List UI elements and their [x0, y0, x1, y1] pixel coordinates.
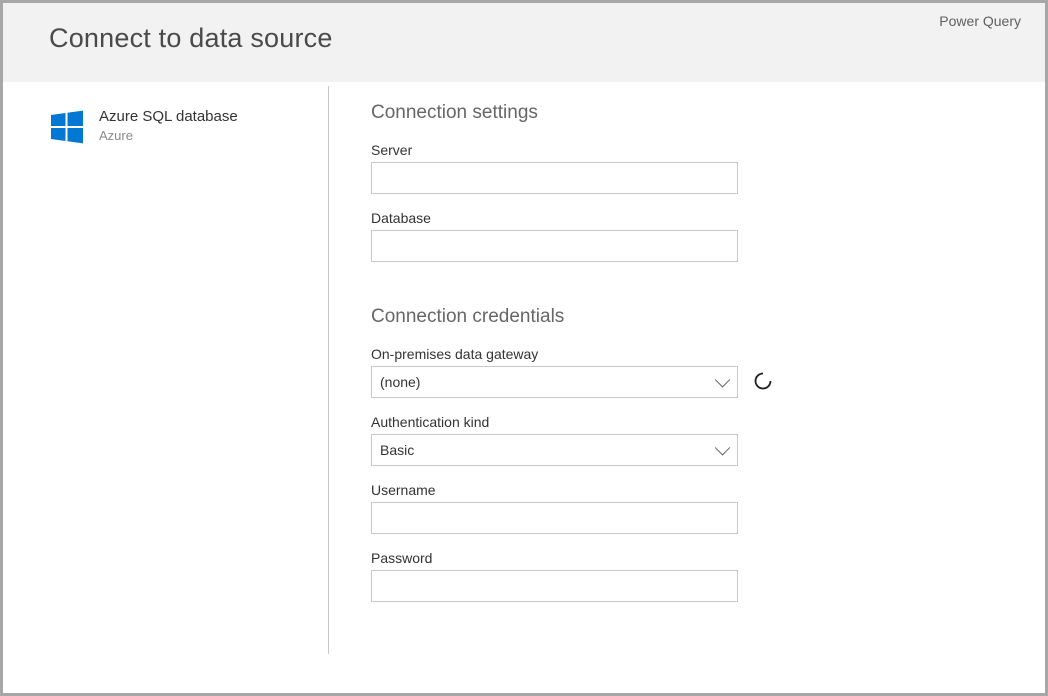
auth-kind-select[interactable]: Basic — [371, 434, 738, 466]
auth-kind-field: Authentication kind Basic — [371, 414, 1005, 466]
data-source-text: Azure SQL database Azure — [99, 108, 238, 143]
sidebar: Azure SQL database Azure — [3, 86, 329, 654]
auth-kind-label: Authentication kind — [371, 414, 1005, 430]
server-field: Server — [371, 142, 1005, 194]
data-source-category: Azure — [99, 128, 238, 143]
password-label: Password — [371, 550, 1005, 566]
username-field: Username — [371, 482, 1005, 534]
body: Azure SQL database Azure Connection sett… — [3, 82, 1045, 678]
main-panel: Connection settings Server Database Conn… — [329, 82, 1045, 678]
username-input[interactable] — [371, 502, 738, 534]
database-field: Database — [371, 210, 1005, 262]
refresh-gateway-button[interactable] — [752, 371, 774, 393]
server-label: Server — [371, 142, 1005, 158]
refresh-icon — [753, 371, 773, 394]
gateway-label: On-premises data gateway — [371, 346, 1005, 362]
database-input[interactable] — [371, 230, 738, 262]
password-field: Password — [371, 550, 1005, 602]
credentials-section-title: Connection credentials — [371, 306, 1005, 328]
page-title: Connect to data source — [49, 23, 999, 54]
password-input[interactable] — [371, 570, 738, 602]
data-source-entry[interactable]: Azure SQL database Azure — [49, 108, 304, 145]
database-label: Database — [371, 210, 1005, 226]
settings-section-title: Connection settings — [371, 102, 1005, 124]
data-source-name: Azure SQL database — [99, 108, 238, 126]
gateway-select[interactable]: (none) — [371, 366, 738, 398]
header: Connect to data source Power Query — [3, 3, 1045, 82]
username-label: Username — [371, 482, 1005, 498]
brand-label: Power Query — [939, 13, 1021, 29]
gateway-field: On-premises data gateway (none) — [371, 346, 1005, 398]
server-input[interactable] — [371, 162, 738, 194]
windows-icon — [49, 109, 85, 145]
